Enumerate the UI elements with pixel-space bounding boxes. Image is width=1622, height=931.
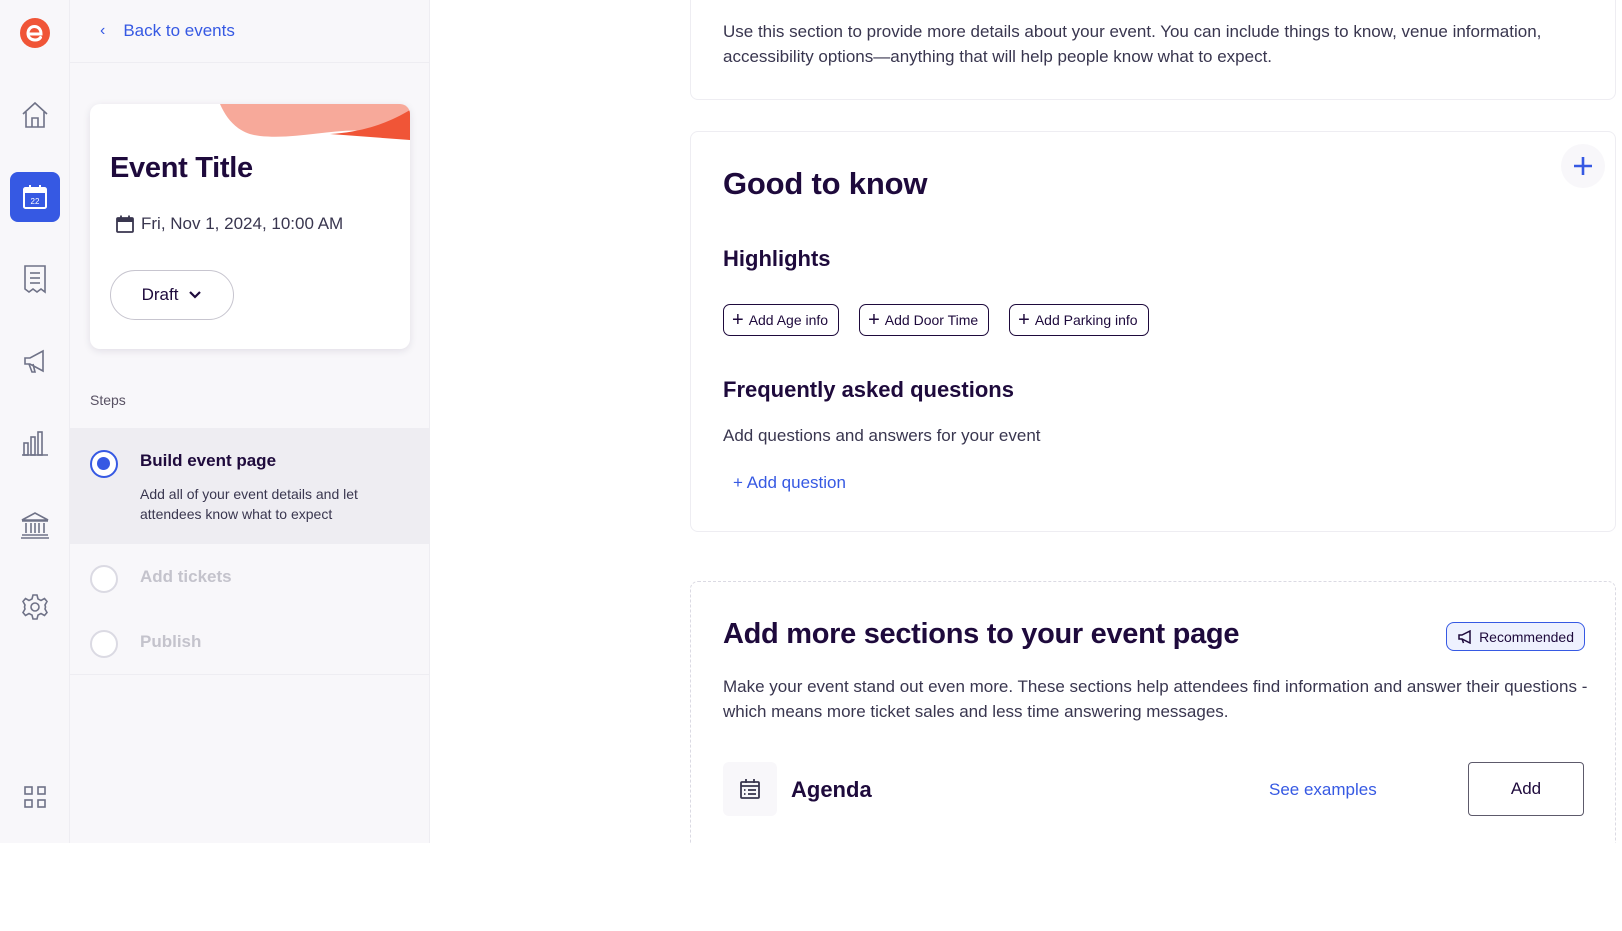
step-radio: [90, 630, 118, 658]
back-to-events-link[interactable]: ‹ Back to events: [70, 0, 430, 63]
status-dropdown[interactable]: Draft: [110, 270, 234, 320]
card-decoration: [220, 104, 410, 140]
svg-text:22: 22: [31, 197, 40, 206]
good-to-know-section: Good to know Highlights + Add Age info +…: [690, 131, 1616, 532]
event-title: Event Title: [110, 152, 253, 184]
add-section-button[interactable]: [1561, 144, 1605, 188]
event-sidebar: ‹ Back to events Event Title Fri, Nov 1,…: [70, 0, 430, 843]
more-sections-description: Make your event stand out even more. The…: [723, 677, 1588, 721]
logo-icon[interactable]: [10, 8, 60, 58]
status-dropdown-label: Draft: [141, 285, 179, 304]
add-parking-info-button[interactable]: + Add Parking info: [1009, 304, 1149, 336]
plus-icon: +: [868, 309, 880, 331]
agenda-label: Agenda: [791, 777, 872, 802]
plus-icon: +: [732, 309, 744, 331]
step-radio: [90, 450, 118, 478]
step-radio: [90, 565, 118, 593]
chip-label: Add Age info: [748, 312, 829, 328]
reports-icon[interactable]: [10, 418, 60, 468]
more-sections-title: Add more sections to your event page: [723, 618, 1240, 650]
steps-divider: [70, 674, 430, 675]
step-build-event-page[interactable]: Build event page Add all of your event d…: [70, 428, 430, 544]
finance-icon[interactable]: [10, 500, 60, 550]
settings-icon[interactable]: [10, 582, 60, 632]
calendar-small-icon: [116, 215, 134, 233]
highlights-heading: Highlights: [723, 246, 831, 271]
megaphone-icon: [1458, 629, 1471, 644]
add-more-sections: Add more sections to your event page Rec…: [690, 581, 1616, 843]
home-icon[interactable]: [10, 90, 60, 140]
app-frame: 22 ‹ Back to events Event Title Fri, Nov…: [0, 0, 1622, 843]
badge-label: Recommended: [1479, 628, 1574, 645]
step-description: Add all of your event details and let at…: [140, 486, 358, 522]
back-link-label: Back to events: [123, 21, 235, 40]
chip-label: Add Door Time: [884, 312, 979, 328]
overview-text: Use this section to provide more details…: [723, 22, 1542, 66]
faq-description: Add questions and answers for your event: [723, 426, 1041, 445]
orders-icon[interactable]: [10, 254, 60, 304]
highlight-chips: + Add Age info + Add Door Time + Add Par…: [723, 304, 1149, 336]
chip-label: Add Parking info: [1034, 312, 1138, 328]
event-date-text: Fri, Nov 1, 2024, 10:00 AM: [141, 214, 344, 233]
apps-grid-icon[interactable]: [10, 772, 60, 822]
recommended-badge: Recommended: [1446, 622, 1585, 651]
blank-area: [0, 843, 1622, 931]
icon-rail: 22: [0, 0, 70, 843]
add-door-time-button[interactable]: + Add Door Time: [859, 304, 990, 336]
step-name: Publish: [140, 632, 202, 651]
add-question-link[interactable]: + Add question: [733, 473, 846, 493]
step-publish[interactable]: Publish: [70, 608, 430, 674]
steps-label: Steps: [90, 392, 126, 408]
event-date: Fri, Nov 1, 2024, 10:00 AM: [115, 214, 343, 234]
step-name: Add tickets: [140, 567, 232, 586]
add-agenda-button[interactable]: Add: [1468, 762, 1584, 816]
faq-heading: Frequently asked questions: [723, 377, 1014, 402]
agenda-icon: [723, 762, 777, 816]
step-name: Build event page: [140, 451, 277, 470]
step-add-tickets[interactable]: Add tickets: [70, 544, 430, 608]
marketing-icon[interactable]: [10, 336, 60, 386]
calendar-icon[interactable]: 22: [10, 172, 60, 222]
plus-icon: [1574, 157, 1592, 175]
good-to-know-title: Good to know: [723, 166, 928, 201]
see-examples-link[interactable]: See examples: [1269, 780, 1377, 800]
chevron-down-icon: [189, 291, 202, 299]
add-age-info-button[interactable]: + Add Age info: [723, 304, 840, 336]
overview-section: Use this section to provide more details…: [690, 0, 1616, 100]
chevron-left-icon: ‹: [100, 22, 106, 39]
plus-icon: +: [1018, 309, 1030, 331]
event-summary-card: Event Title Fri, Nov 1, 2024, 10:00 AM D…: [90, 104, 410, 349]
